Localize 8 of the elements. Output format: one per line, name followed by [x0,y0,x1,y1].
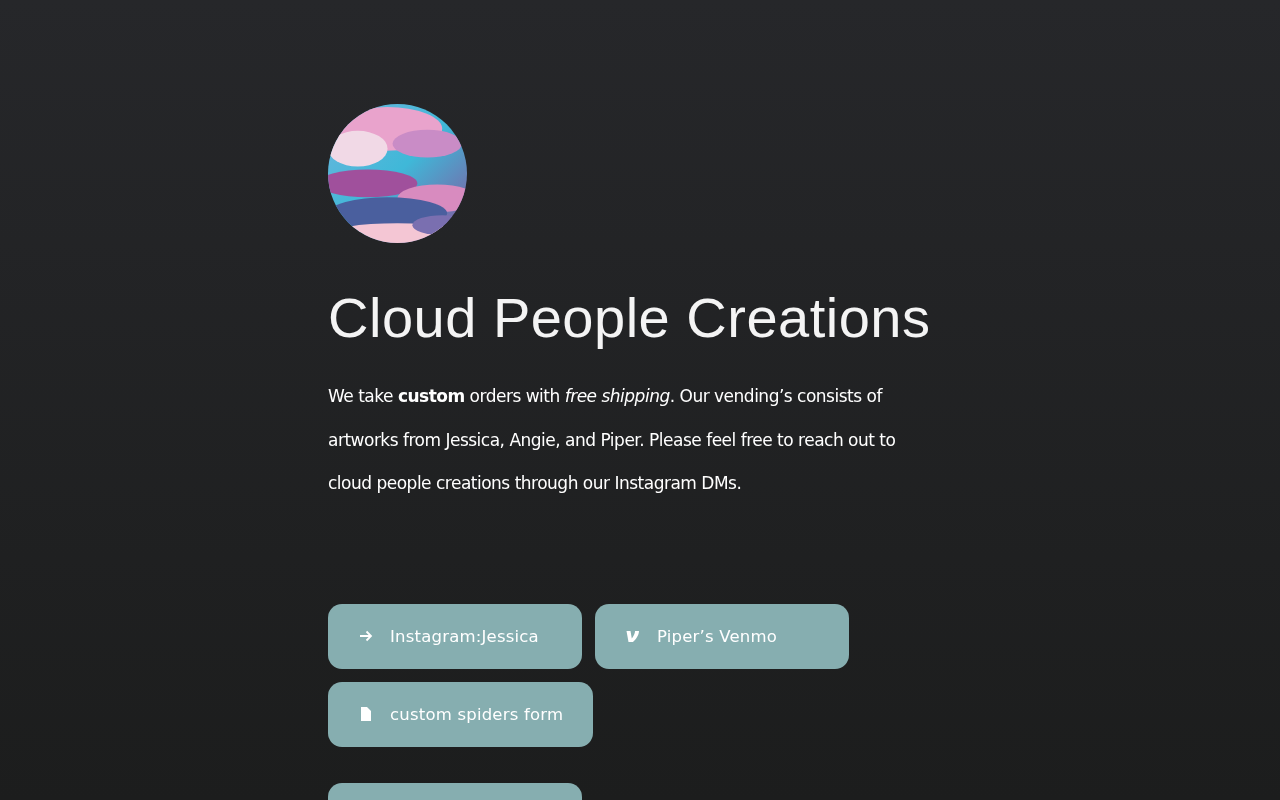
link-button[interactable]: Piper’s Venmo [595,603,849,669]
document-icon [358,706,374,722]
link-button[interactable]: custom spiders form [328,681,594,747]
arrow-icon [358,628,374,644]
link-button[interactable]: Instagram:Jessica [328,603,582,669]
page-title: Cloud People Creations [328,285,932,351]
v-icon [625,628,641,644]
description: We take custom orders with free shipping. Our vending’s consists of artworks from Jessica, Angie, and Piper. Please feel free to reach out to cloud people creations through our Instagram DMs. [328,385,897,495]
